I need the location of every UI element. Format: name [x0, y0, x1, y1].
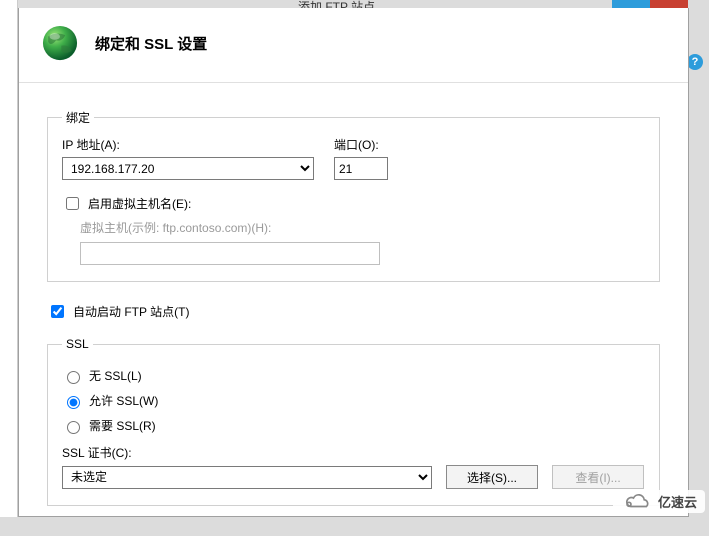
ssl-group: SSL 无 SSL(L) 允许 SSL(W) 需要 SSL(R) SSL 证书(… — [47, 337, 660, 506]
page-title: 绑定和 SSL 设置 — [95, 33, 207, 54]
dialog: 绑定和 SSL 设置 绑定 IP 地址(A): 192.168.177.20 端… — [18, 8, 689, 517]
ssl-require-label: 需要 SSL(R) — [89, 417, 156, 434]
watermark-text: 亿速云 — [658, 492, 697, 511]
dialog-header: 绑定和 SSL 设置 — [19, 8, 688, 83]
ssl-select-button[interactable]: 选择(S)... — [446, 465, 538, 489]
ssl-none-radio[interactable] — [67, 371, 80, 384]
close-button[interactable] — [650, 0, 688, 8]
ip-address-select[interactable]: 192.168.177.20 — [62, 157, 314, 180]
globe-icon — [39, 22, 81, 64]
ssl-view-button: 查看(I)... — [552, 465, 644, 489]
dialog-body: 绑定 IP 地址(A): 192.168.177.20 端口(O): 启用虚拟主… — [19, 83, 688, 536]
vhost-input — [80, 242, 380, 265]
background-sidepanel — [0, 0, 18, 517]
help-icon[interactable]: ? — [687, 54, 703, 70]
binding-group: 绑定 IP 地址(A): 192.168.177.20 端口(O): 启用虚拟主… — [47, 109, 660, 282]
auto-start-label: 自动启动 FTP 站点(T) — [73, 303, 189, 320]
watermark: 亿速云 — [613, 490, 705, 513]
vhost-hint: 虚拟主机(示例: ftp.contoso.com)(H): — [80, 219, 645, 236]
title-bar-buttons — [612, 0, 688, 8]
port-input[interactable] — [334, 157, 388, 180]
auto-start-checkbox[interactable] — [51, 305, 64, 318]
title-bar: 添加 FTP 站点 — [18, 0, 688, 7]
enable-vhost-label: 启用虚拟主机名(E): — [88, 195, 191, 212]
watermark-cloud-icon — [621, 493, 655, 511]
binding-legend: 绑定 — [62, 109, 94, 126]
ssl-none-label: 无 SSL(L) — [89, 367, 142, 384]
ssl-allow-label: 允许 SSL(W) — [89, 392, 158, 409]
ssl-cert-select[interactable]: 未选定 — [62, 466, 432, 489]
ssl-require-radio[interactable] — [67, 421, 80, 434]
ssl-legend: SSL — [62, 337, 93, 351]
ssl-cert-label: SSL 证书(C): — [62, 444, 645, 461]
port-label: 端口(O): — [334, 136, 388, 153]
enable-vhost-checkbox[interactable] — [66, 197, 79, 210]
ssl-allow-radio[interactable] — [67, 396, 80, 409]
ip-label: IP 地址(A): — [62, 136, 314, 153]
minimize-button[interactable] — [612, 0, 650, 8]
